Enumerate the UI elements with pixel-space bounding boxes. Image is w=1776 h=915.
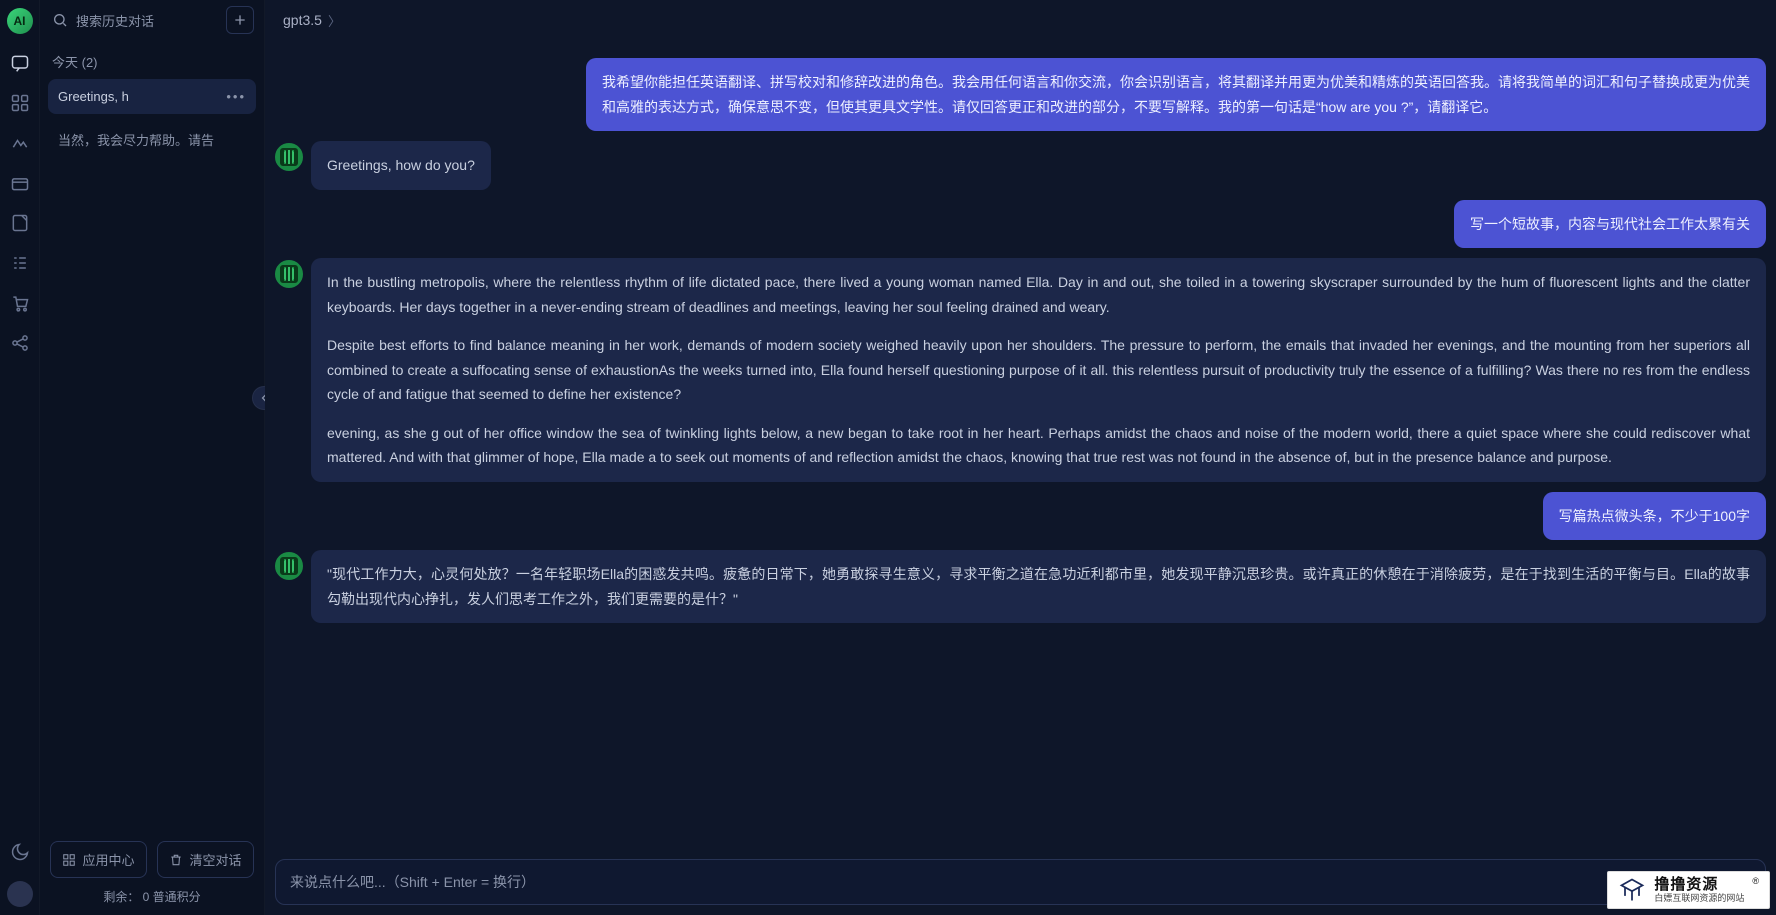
credits-label: 剩余： 0 普通积分 <box>50 888 254 905</box>
box-icon[interactable] <box>9 172 31 194</box>
moon-icon[interactable] <box>9 841 31 863</box>
app-center-button[interactable]: 应用中心 <box>50 841 147 878</box>
today-section-label: 今天 (2) <box>40 40 264 79</box>
conversation-more-icon[interactable]: ••• <box>226 89 246 104</box>
search-input[interactable]: 搜索历史对话 <box>50 7 218 34</box>
message-bubble: 写一个短故事，内容与现代社会工作太累有关 <box>1454 200 1766 249</box>
message-paragraph: Despite best efforts to find balance mea… <box>327 333 1750 407</box>
composer-placeholder: 来说点什么吧...（Shift + Enter = 换行） <box>290 874 535 890</box>
app-center-label: 应用中心 <box>82 850 134 869</box>
message-paragraph: evening, as she g out of her office wind… <box>327 421 1750 470</box>
app-root: AI <box>0 0 1776 915</box>
apps-icon <box>62 853 76 867</box>
message-bubble: "现代工作力大，心灵何处放？一名年轻职场Ella的困惑发共鸣。疲惫的日常下，她勇… <box>311 550 1766 623</box>
ai-avatar-icon <box>275 552 303 580</box>
conversation-title: Greetings, h <box>58 89 129 104</box>
chat-header: gpt3.5 〉 <box>265 0 1776 40</box>
message-bubble: Greetings, how do you? <box>311 141 491 190</box>
clear-chat-button[interactable]: 清空对话 <box>157 841 254 878</box>
sidebar: 搜索历史对话 今天 (2) Greetings, h ••• 当然，我会尽力帮助… <box>40 0 265 915</box>
watermark-registered: ® <box>1752 876 1759 886</box>
chevron-right-icon: 〉 <box>328 11 341 30</box>
message-bubble: 写篇热点微头条，不少于100字 <box>1543 492 1766 541</box>
watermark-subtitle: 白嫖互联网资源的网站 <box>1654 893 1744 903</box>
share-icon[interactable] <box>9 332 31 354</box>
ai-message: In the bustling metropolis, where the re… <box>275 258 1766 482</box>
search-row: 搜索历史对话 <box>40 0 264 40</box>
ai-avatar-icon <box>275 260 303 288</box>
conversation-item[interactable]: Greetings, h ••• <box>48 79 256 114</box>
conversation-item[interactable]: 当然，我会尽力帮助。请告 <box>48 120 256 159</box>
app-logo[interactable]: AI <box>7 8 33 34</box>
main-panel: gpt3.5 〉 我希望你能担任英语翻译、拼写校对和修辞改进的角色。我会用任何语… <box>265 0 1776 915</box>
watermark-logo-icon <box>1618 876 1646 904</box>
notes-icon[interactable] <box>9 212 31 234</box>
message-bubble: 我希望你能担任英语翻译、拼写校对和修辞改进的角色。我会用任何语言和你交流，你会识… <box>586 58 1766 131</box>
apps-grid-icon[interactable] <box>9 92 31 114</box>
cart-icon[interactable] <box>9 292 31 314</box>
user-message: 写篇热点微头条，不少于100字 <box>275 492 1766 541</box>
search-icon <box>52 12 68 28</box>
user-message: 我希望你能担任英语翻译、拼写校对和修辞改进的角色。我会用任何语言和你交流，你会识… <box>275 58 1766 131</box>
plus-icon <box>232 12 248 28</box>
watermark-badge: 撸撸资源 白嫖互联网资源的网站 ® <box>1607 871 1770 909</box>
composer-input[interactable]: 来说点什么吧...（Shift + Enter = 换行） <box>275 859 1766 905</box>
model-name[interactable]: gpt3.5 <box>283 12 322 28</box>
message-paragraph: In the bustling metropolis, where the re… <box>327 270 1750 319</box>
chat-icon[interactable] <box>9 52 31 74</box>
user-avatar[interactable] <box>7 881 33 907</box>
clear-chat-label: 清空对话 <box>189 850 241 869</box>
icon-rail: AI <box>0 0 40 915</box>
message-bubble: In the bustling metropolis, where the re… <box>311 258 1766 482</box>
ai-message: Greetings, how do you? <box>275 141 1766 190</box>
list-icon[interactable] <box>9 252 31 274</box>
watermark-title: 撸撸资源 <box>1654 876 1744 893</box>
ai-message: "现代工作力大，心灵何处放？一名年轻职场Ella的困惑发共鸣。疲惫的日常下，她勇… <box>275 550 1766 623</box>
ai-avatar-icon <box>275 143 303 171</box>
search-placeholder: 搜索历史对话 <box>76 11 154 30</box>
conversation-title: 当然，我会尽力帮助。请告 <box>58 130 214 149</box>
chat-scroll-area[interactable]: 我希望你能担任英语翻译、拼写校对和修辞改进的角色。我会用任何语言和你交流，你会识… <box>265 40 1776 859</box>
trash-icon <box>169 853 183 867</box>
image-gen-icon[interactable] <box>9 132 31 154</box>
sidebar-footer: 应用中心 清空对话 剩余： 0 普通积分 <box>40 831 264 915</box>
new-chat-button[interactable] <box>226 6 254 34</box>
user-message: 写一个短故事，内容与现代社会工作太累有关 <box>275 200 1766 249</box>
